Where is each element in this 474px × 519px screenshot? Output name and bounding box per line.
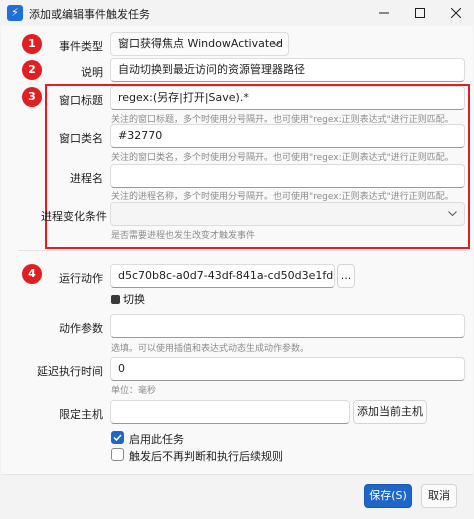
process-change-select[interactable] (110, 202, 465, 226)
action-params-hint: 选填。可以使用插值和表达式动态生成动作参数。 (111, 344, 310, 354)
badge-4: 4 (22, 264, 42, 284)
badge-2: 2 (22, 60, 42, 80)
window-class-label: 窗口类名 (59, 132, 103, 145)
browse-action-button[interactable]: ... (337, 264, 355, 288)
event-type-value: 窗口获得焦点 WindowActivated (118, 37, 283, 50)
window-title: 添加或编辑事件触发任务 (29, 8, 150, 21)
section-divider (18, 250, 466, 251)
description-input[interactable]: 自动切换到最近访问的资源管理器路径 (110, 58, 465, 82)
close-icon (451, 8, 461, 18)
run-action-input[interactable]: d5c70b8c-a0d7-43df-841a-cd50d3e1fda2 (110, 264, 335, 288)
process-name-label: 进程名 (70, 172, 103, 185)
chevron-down-icon (448, 211, 457, 217)
badge-3: 3 (22, 87, 42, 107)
stop-after-checkbox[interactable] (111, 448, 124, 461)
dialog-body: 1 2 3 4 事件类型 窗口获得焦点 WindowActivated 说明 自… (1, 26, 473, 518)
close-button[interactable] (438, 0, 474, 26)
action-params-input[interactable] (110, 314, 465, 338)
title-bar: ⚡ 添加或编辑事件触发任务 (0, 0, 474, 26)
action-params-label: 动作参数 (59, 322, 103, 335)
save-button[interactable]: 保存(S) (364, 484, 412, 508)
app-icon: ⚡ (7, 5, 23, 21)
chevron-down-icon (272, 41, 281, 47)
host-label: 限定主机 (59, 408, 103, 421)
cancel-button[interactable]: 取消 (421, 484, 457, 508)
delay-input[interactable]: 0 (110, 357, 465, 381)
event-type-select[interactable]: 窗口获得焦点 WindowActivated (110, 32, 289, 56)
window-title-input[interactable]: regex:(另存|打开|Save).* (110, 86, 465, 110)
add-current-host-button[interactable]: 添加当前主机 (353, 400, 427, 424)
delay-hint: 单位：毫秒 (111, 386, 157, 396)
switch-action-label: 切换 (123, 293, 145, 306)
window-class-input[interactable]: #32770 (110, 124, 465, 148)
dialog-footer: 保存(S) 取消 (1, 474, 473, 518)
window-class-hint: 关注的窗口类名，多个时使用分号隔开。也可使用"regex:正则表达式"进行正则匹… (111, 153, 454, 163)
minimize-icon (379, 12, 389, 14)
maximize-button[interactable] (402, 0, 438, 26)
minimize-button[interactable] (366, 0, 402, 26)
event-type-label: 事件类型 (59, 40, 103, 53)
maximize-icon (415, 8, 425, 18)
description-label: 说明 (81, 66, 103, 79)
stop-after-label: 触发后不再判断和执行后续规则 (129, 450, 283, 463)
host-input[interactable] (110, 400, 350, 424)
process-change-label: 进程变化条件 (41, 210, 107, 223)
process-name-hint: 关注的进程名称，多个时使用分号隔开。也可使用"regex:正则表达式"进行正则匹… (111, 192, 454, 202)
switch-action-toggle[interactable]: 切换 (111, 292, 145, 306)
badge-1: 1 (22, 34, 42, 54)
run-action-label: 运行动作 (59, 272, 103, 285)
enable-task-checkbox[interactable] (111, 431, 124, 444)
delay-label: 延迟执行时间 (37, 365, 103, 378)
window-title-label: 窗口标题 (59, 94, 103, 107)
enable-task-label: 启用此任务 (129, 433, 184, 446)
checkmark-icon (113, 434, 122, 442)
process-change-hint: 是否需要进程也发生改变才触发事件 (111, 231, 256, 241)
toggle-icon (111, 294, 120, 304)
process-name-input[interactable] (110, 164, 465, 188)
